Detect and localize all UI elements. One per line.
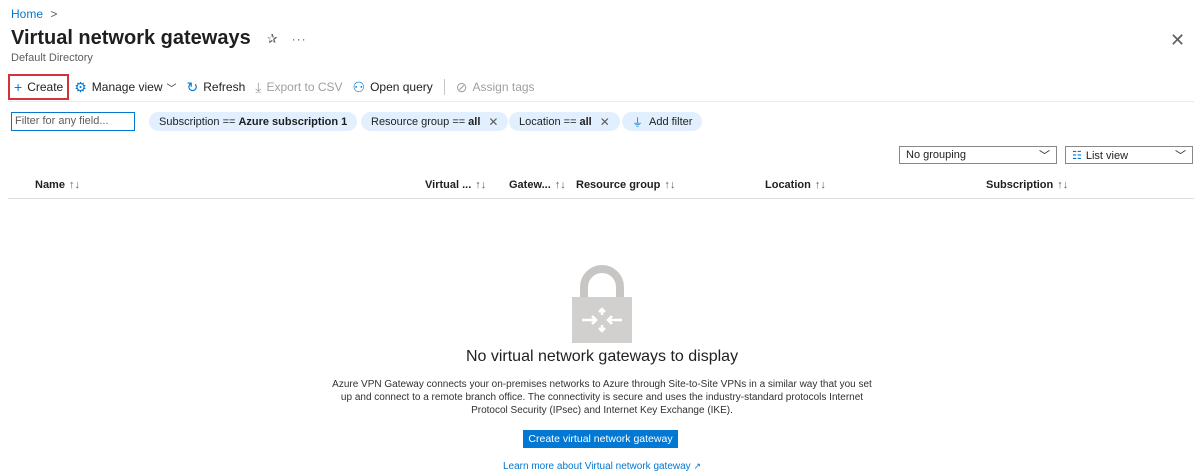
add-filter-button[interactable]: ⏚ Add filter <box>622 112 703 131</box>
page-subtitle: Default Directory <box>11 52 93 64</box>
empty-state-title: No virtual network gateways to display <box>465 348 739 365</box>
external-link-icon: ↗ <box>693 461 702 471</box>
open-query-button[interactable]: ⚇ Open query <box>348 74 438 100</box>
breadcrumb-separator: > <box>50 7 58 21</box>
toolbar-divider-line <box>8 101 1194 102</box>
breadcrumb: Home > <box>11 7 57 21</box>
open-query-label: Open query <box>370 80 433 94</box>
tag-icon: ⊘ <box>455 78 468 95</box>
close-icon[interactable]: ✕ <box>1170 30 1185 51</box>
assign-tags-button[interactable]: ⊘ Assign tags <box>451 74 540 100</box>
column-header-virtual-network[interactable]: Virtual ... ↑↓ <box>425 179 486 191</box>
plus-icon: + <box>14 79 23 95</box>
create-gateway-button[interactable]: Create virtual network gateway <box>523 430 678 448</box>
grouping-value: No grouping <box>906 149 966 161</box>
create-label: Create <box>27 80 64 94</box>
toolbar-divider <box>443 79 445 95</box>
chevron-down-icon: ﹀ <box>1039 150 1050 162</box>
view-dropdown[interactable]: ☷ List view ﹀ <box>1065 146 1193 164</box>
header-divider <box>8 198 1194 199</box>
resource-group-filter-pill[interactable]: Resource group == all ✕ <box>361 112 509 131</box>
column-label: Subscription <box>986 179 1054 191</box>
sort-icon: ↑↓ <box>68 179 80 191</box>
sort-icon: ↑↓ <box>475 179 487 191</box>
learn-more-link[interactable]: Learn more about Virtual network gateway… <box>0 461 1204 472</box>
column-header-name[interactable]: Name ↑↓ <box>35 179 80 191</box>
location-filter-pill[interactable]: Location == all ✕ <box>509 112 620 131</box>
list-view-icon: ☷ <box>1072 149 1082 162</box>
manage-view-button[interactable]: ⚙ Manage view ﹀ <box>69 74 181 100</box>
sort-icon: ↑↓ <box>664 179 676 191</box>
title-row: Virtual network gateways ✰ ··· <box>11 27 307 50</box>
refresh-label: Refresh <box>203 80 246 94</box>
chevron-down-icon: ﹀ <box>1175 150 1186 162</box>
view-value: List view <box>1085 149 1129 162</box>
empty-state-description: Azure VPN Gateway connects your on-premi… <box>332 379 872 416</box>
column-label: Name <box>35 179 65 191</box>
column-label: Virtual ... <box>425 179 472 191</box>
manage-view-label: Manage view <box>91 80 163 94</box>
vpn-gateway-lock-icon <box>570 265 634 345</box>
remove-filter-icon[interactable]: ✕ <box>600 115 610 129</box>
remove-filter-icon[interactable]: ✕ <box>488 115 498 129</box>
location-filter-value: all <box>579 115 592 128</box>
table-header: Name ↑↓ Virtual ... ↑↓ Gatew... ↑↓ Resource… <box>0 174 1204 198</box>
resource-group-filter-label: Resource group == <box>371 115 466 128</box>
location-filter-label: Location == <box>519 115 577 128</box>
pin-icon[interactable]: ✰ <box>267 31 278 47</box>
add-filter-icon: ⏚ <box>632 116 643 129</box>
query-icon: ⚇ <box>352 78 366 95</box>
subscription-filter-pill[interactable]: Subscription == Azure subscription 1 <box>149 112 358 131</box>
subscription-filter-label: Subscription == <box>159 115 236 128</box>
column-header-subscription[interactable]: Subscription ↑↓ <box>986 179 1068 191</box>
subscription-filter-value: Azure subscription 1 <box>238 115 348 128</box>
download-icon: ⤓ <box>255 78 262 95</box>
add-filter-label: Add filter <box>649 115 693 128</box>
sort-icon: ↑↓ <box>554 179 566 191</box>
column-label: Location <box>765 179 811 191</box>
grouping-dropdown[interactable]: No grouping ﹀ <box>899 146 1057 164</box>
column-header-gateway-type[interactable]: Gatew... ↑↓ <box>509 179 566 191</box>
view-value-wrap: ☷ List view <box>1072 149 1128 162</box>
refresh-button[interactable]: ↻ Refresh <box>182 74 251 100</box>
export-csv-button[interactable]: ⤓ Export to CSV <box>250 74 347 100</box>
assign-tags-label: Assign tags <box>472 80 535 94</box>
page-title: Virtual network gateways <box>11 27 251 49</box>
column-label: Gatew... <box>509 179 551 191</box>
chevron-down-icon: ﹀ <box>166 83 177 95</box>
breadcrumb-home[interactable]: Home <box>11 7 43 21</box>
more-options-icon[interactable]: ··· <box>292 32 307 46</box>
learn-more-label: Learn more about Virtual network gateway <box>502 461 691 472</box>
gear-icon: ⚙ <box>74 78 87 95</box>
filter-input[interactable]: Filter for any field... <box>11 112 135 131</box>
sort-icon: ↑↓ <box>814 179 826 191</box>
column-header-resource-group[interactable]: Resource group ↑↓ <box>576 179 675 191</box>
refresh-icon: ↻ <box>186 78 199 95</box>
column-label: Resource group <box>576 179 661 191</box>
export-csv-label: Export to CSV <box>266 80 343 94</box>
create-button[interactable]: + Create <box>8 74 70 100</box>
command-bar: + Create ⚙ Manage view ﹀ ↻ Refresh ⤓ Exp… <box>8 74 540 100</box>
resource-group-filter-value: all <box>468 115 481 128</box>
sort-icon: ↑↓ <box>1057 179 1069 191</box>
column-header-location[interactable]: Location ↑↓ <box>765 179 826 191</box>
